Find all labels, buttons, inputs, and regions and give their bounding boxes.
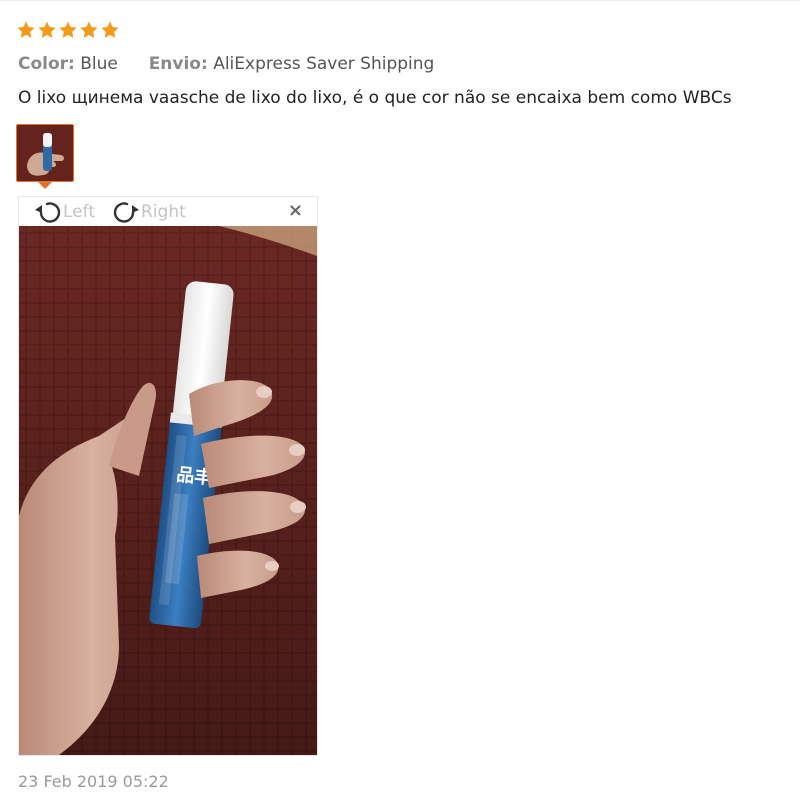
shipping-key: Envio: <box>148 54 208 74</box>
viewer-toolbar: Left Right × <box>19 197 317 226</box>
top-divider <box>0 0 800 1</box>
rotate-left-icon <box>33 199 63 225</box>
color-value: Blue <box>80 54 118 74</box>
color-key: Color: <box>18 54 75 74</box>
image-viewer: Left Right × 品丰 <box>18 196 318 756</box>
star-icon <box>58 20 78 40</box>
thumbnail-pointer <box>38 182 52 189</box>
shipping-value: AliExpress Saver Shipping <box>213 54 435 74</box>
rotate-right-label: Right <box>141 201 186 222</box>
star-icon <box>37 20 57 40</box>
rotate-right-button[interactable]: Right <box>111 197 186 226</box>
close-icon[interactable]: × <box>288 201 303 221</box>
photo-thumbnail[interactable] <box>16 124 74 182</box>
star-icon <box>100 20 120 40</box>
rotate-right-icon <box>111 199 141 225</box>
rotate-left-button[interactable]: Left <box>33 197 95 226</box>
review-date: 23 Feb 2019 05:22 <box>18 772 169 791</box>
review-attributes: Color: Blue Envio: AliExpress Saver Ship… <box>18 54 434 74</box>
review-photo: 品丰 <box>19 226 317 755</box>
review-text: O lixo щинема vaasche de lixo do lixo, é… <box>18 88 732 108</box>
star-rating <box>16 20 120 40</box>
star-icon <box>79 20 99 40</box>
rotate-left-label: Left <box>63 201 95 222</box>
star-icon <box>16 20 36 40</box>
